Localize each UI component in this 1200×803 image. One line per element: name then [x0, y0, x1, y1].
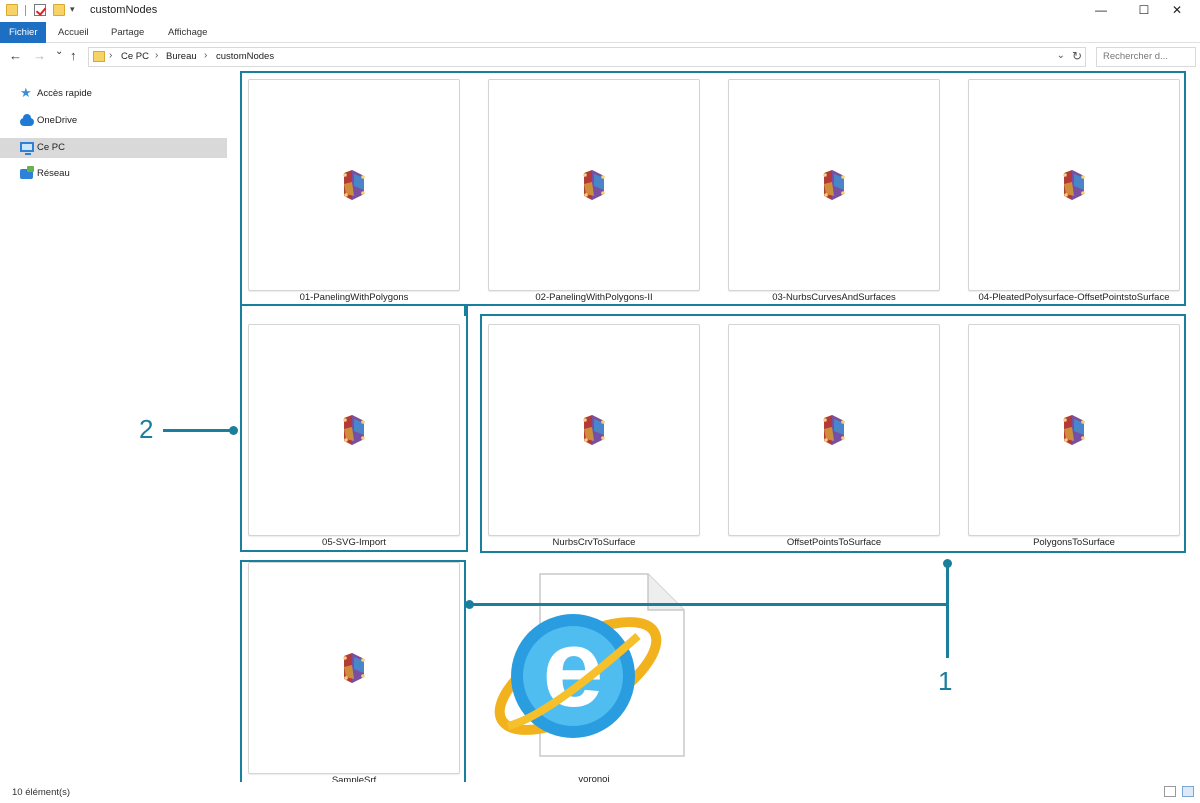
dynamo-icon [582, 170, 606, 200]
folder-icon [93, 51, 105, 62]
file-thumbnail[interactable] [248, 562, 460, 774]
file-thumbnail[interactable] [488, 324, 700, 536]
annotation-label-2: 2 [139, 414, 154, 444]
file-thumbnail[interactable] [248, 324, 460, 536]
sidebar-item-acces-rapide[interactable]: ★ Accès rapide [0, 84, 227, 104]
file-name-label: 02-PanelingWithPolygons-II [535, 292, 653, 303]
sidebar-item-label: Ce PC [37, 142, 65, 153]
close-button[interactable]: ✕ [1154, 0, 1200, 22]
breadcrumb-bureau[interactable]: Bureau [166, 51, 197, 62]
window-title: customNodes [90, 4, 158, 16]
dynamo-icon [1062, 170, 1086, 200]
status-bar: 10 élément(s) [0, 782, 1200, 803]
recent-locations-chevron-icon[interactable]: ⌄ [55, 46, 63, 57]
internet-explorer-html-icon: e [494, 573, 685, 757]
address-bar[interactable]: › Ce PC › Bureau › customNodes ⌄ ↻ [88, 47, 1086, 67]
file-name-label: 04-PleatedPolysurface-OffsetPointstoSurf… [978, 292, 1170, 303]
sidebar-item-ce-pc[interactable]: Ce PC [0, 138, 227, 158]
file-name-label: NurbsCrvToSurface [552, 537, 636, 548]
address-dropdown-icon[interactable]: ⌄ [1057, 50, 1065, 61]
sidebar-item-label: Réseau [37, 168, 70, 179]
ribbon-tabs: Fichier Accueil Partage Affichage [0, 22, 1200, 43]
minimize-button[interactable]: — [1078, 0, 1124, 22]
dynamo-icon [342, 653, 366, 683]
tab-fichier[interactable]: Fichier [0, 22, 46, 43]
dynamo-icon [1062, 415, 1086, 445]
network-icon [20, 166, 34, 179]
sidebar-item-label: OneDrive [37, 115, 78, 126]
file-thumbnail[interactable] [728, 324, 940, 536]
dynamo-icon [822, 415, 846, 445]
file-thumbnail[interactable] [968, 324, 1180, 536]
breadcrumb-separator[interactable]: › [155, 50, 158, 61]
file-thumbnail[interactable] [488, 79, 700, 291]
search-input[interactable]: Rechercher d... [1096, 47, 1196, 67]
up-arrow-icon[interactable]: ↑ [70, 48, 77, 63]
item-count: 10 élément(s) [12, 787, 71, 798]
annotation-dot-1a [465, 600, 474, 609]
file-name-label: 01-PanelingWithPolygons [299, 292, 409, 303]
annotation-leader-1-vertical [946, 564, 949, 658]
new-folder-icon[interactable] [53, 4, 65, 16]
annotation-dot-1b [943, 559, 952, 568]
file-name-label: PolygonsToSurface [1033, 537, 1115, 548]
folder-icon [6, 4, 18, 16]
file-thumbnail[interactable] [728, 79, 940, 291]
tab-accueil[interactable]: Accueil [50, 22, 97, 43]
dynamo-icon [582, 415, 606, 445]
title-bar: ▾ customNodes — ☐ ✕ [0, 0, 1200, 22]
breadcrumb-ce-pc[interactable]: Ce PC [121, 51, 149, 62]
sidebar-item-label: Accès rapide [37, 88, 92, 99]
file-name-label: 05-SVG-Import [322, 537, 386, 548]
annotation-leader-1-horizontal [470, 603, 948, 606]
annotation-group-2-notch [464, 304, 1186, 316]
file-name-label: OffsetPointsToSurface [786, 537, 882, 548]
large-icons-view-icon[interactable] [1182, 786, 1194, 797]
computer-monitor-icon [20, 142, 34, 155]
sidebar-item-onedrive[interactable]: OneDrive [0, 111, 227, 131]
tab-partage[interactable]: Partage [103, 22, 152, 43]
annotation-dot-2 [229, 426, 238, 435]
details-view-icon[interactable] [1164, 786, 1176, 797]
file-name-label: 03-NurbsCurvesAndSurfaces [772, 292, 896, 303]
quick-access-separator [25, 5, 26, 16]
annotation-leader-2 [163, 429, 233, 432]
navigation-pane: ★ Accès rapide OneDrive Ce PC Réseau [0, 74, 232, 782]
breadcrumb-separator[interactable]: › [204, 50, 207, 61]
annotation-label-1: 1 [938, 666, 953, 696]
dynamo-icon [342, 170, 366, 200]
onedrive-cloud-icon [20, 114, 34, 126]
breadcrumb-separator[interactable]: › [109, 50, 112, 61]
tab-affichage[interactable]: Affichage [160, 22, 215, 43]
dynamo-icon [342, 415, 366, 445]
file-thumbnail[interactable] [968, 79, 1180, 291]
file-thumbnail[interactable] [248, 79, 460, 291]
forward-arrow-icon[interactable]: → [33, 48, 46, 63]
dynamo-icon [822, 170, 846, 200]
file-item-voronoi[interactable]: e voronoi [488, 566, 700, 788]
quick-access-dropdown-icon[interactable]: ▾ [70, 4, 75, 15]
quick-access-star-icon: ★ [20, 85, 32, 100]
back-arrow-icon[interactable]: ← [9, 48, 22, 63]
refresh-icon[interactable]: ↻ [1072, 49, 1082, 63]
properties-check-icon[interactable] [34, 4, 46, 16]
breadcrumb-customnodes[interactable]: customNodes [216, 51, 274, 62]
sidebar-item-reseau[interactable]: Réseau [0, 164, 227, 184]
